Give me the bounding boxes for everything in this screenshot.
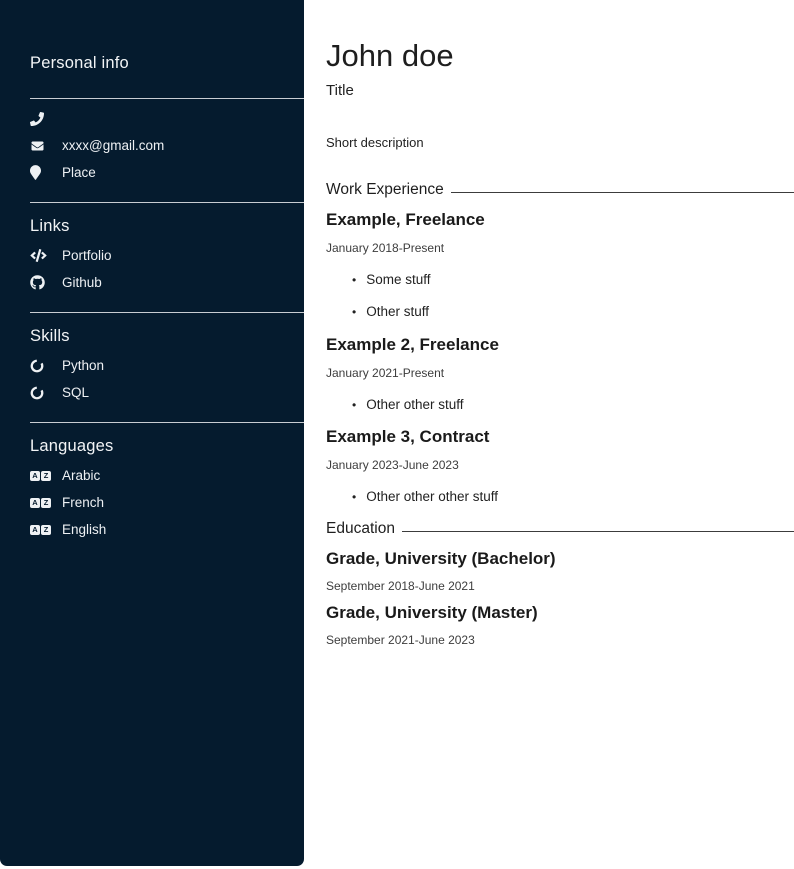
divider xyxy=(30,98,304,99)
education-entry-title: Grade, University (Bachelor) xyxy=(326,550,794,567)
language-item: AZ Arabic xyxy=(30,468,304,483)
job-title: Example, Freelance xyxy=(326,211,794,228)
work-experience-section-heading: Work Experience xyxy=(326,181,794,199)
bullet-icon: • xyxy=(352,491,356,503)
language-letter-a: A xyxy=(30,525,40,535)
divider xyxy=(30,312,304,313)
place-row: Place xyxy=(30,165,304,180)
person-description: Short description xyxy=(326,135,794,150)
language-icon: AZ xyxy=(30,498,50,508)
bullet-icon: • xyxy=(352,274,356,286)
job-bullet: • Other stuff xyxy=(352,305,794,319)
github-icon xyxy=(30,275,50,290)
place-label: Place xyxy=(62,165,96,180)
job-title: Example 3, Contract xyxy=(326,428,794,445)
language-letter-a: A xyxy=(30,498,40,508)
bullet-icon: • xyxy=(352,306,356,318)
job-bullet: • Other other stuff xyxy=(352,398,794,412)
language-label: English xyxy=(62,522,106,537)
skills-heading: Skills xyxy=(30,327,304,346)
person-title: Title xyxy=(326,82,794,99)
links-heading: Links xyxy=(30,217,304,236)
circle-notch-icon xyxy=(30,386,50,400)
language-label: Arabic xyxy=(62,468,100,483)
job-title: Example 2, Freelance xyxy=(326,336,794,353)
job-bullet: • Other other other stuff xyxy=(352,490,794,504)
education-entry-dates: September 2021-June 2023 xyxy=(326,634,794,646)
language-letter-z: Z xyxy=(41,525,51,535)
bullet-icon: • xyxy=(352,399,356,411)
language-label: French xyxy=(62,495,104,510)
language-icon: AZ xyxy=(30,525,50,535)
skill-item: SQL xyxy=(30,385,304,400)
section-rule xyxy=(402,531,794,532)
email-row[interactable]: xxxx@gmail.com xyxy=(30,138,304,153)
language-item: AZ English xyxy=(30,522,304,537)
education-section-heading: Education xyxy=(326,520,794,538)
job-bullet-text: Other stuff xyxy=(366,305,429,319)
education-entry-dates: September 2018-June 2021 xyxy=(326,580,794,592)
resume-page: { "colors": { "sidebar_bg": "#051b2e", "… xyxy=(0,0,794,869)
github-link[interactable]: Github xyxy=(30,275,304,290)
skill-label: Python xyxy=(62,358,104,373)
resume-body: John doe Title Short description Work Ex… xyxy=(326,0,794,646)
job-dates: January 2021-Present xyxy=(326,367,794,379)
divider xyxy=(30,202,304,203)
language-letter-z: Z xyxy=(41,471,51,481)
job-bullet-text: Other other stuff xyxy=(366,398,463,412)
job-bullet-text: Some stuff xyxy=(366,273,430,287)
envelope-icon xyxy=(30,140,50,152)
language-letter-z: Z xyxy=(41,498,51,508)
divider xyxy=(30,422,304,423)
skill-label: SQL xyxy=(62,385,89,400)
portfolio-link[interactable]: Portfolio xyxy=(30,248,304,263)
education-title: Education xyxy=(326,520,395,538)
languages-heading: Languages xyxy=(30,437,304,456)
language-item: AZ French xyxy=(30,495,304,510)
personal-info-heading: Personal info xyxy=(30,54,304,73)
code-icon xyxy=(30,249,50,262)
job-bullet: • Some stuff xyxy=(352,273,794,287)
person-name: John doe xyxy=(326,38,794,74)
education-entry-title: Grade, University (Master) xyxy=(326,604,794,621)
phone-row xyxy=(30,111,304,126)
section-rule xyxy=(451,192,794,193)
job-dates: January 2018-Present xyxy=(326,242,794,254)
work-experience-title: Work Experience xyxy=(326,181,444,199)
job-bullet-text: Other other other stuff xyxy=(366,490,498,504)
location-pin-icon xyxy=(30,165,50,180)
language-letter-a: A xyxy=(30,471,40,481)
email-label: xxxx@gmail.com xyxy=(62,138,164,153)
language-icon: AZ xyxy=(30,471,50,481)
skill-item: Python xyxy=(30,358,304,373)
circle-notch-icon xyxy=(30,359,50,373)
github-label: Github xyxy=(62,275,102,290)
sidebar: Personal info xxxx@gmail.com Place Links… xyxy=(0,0,304,866)
job-dates: January 2023-June 2023 xyxy=(326,459,794,471)
portfolio-label: Portfolio xyxy=(62,248,112,263)
phone-icon xyxy=(30,112,50,126)
